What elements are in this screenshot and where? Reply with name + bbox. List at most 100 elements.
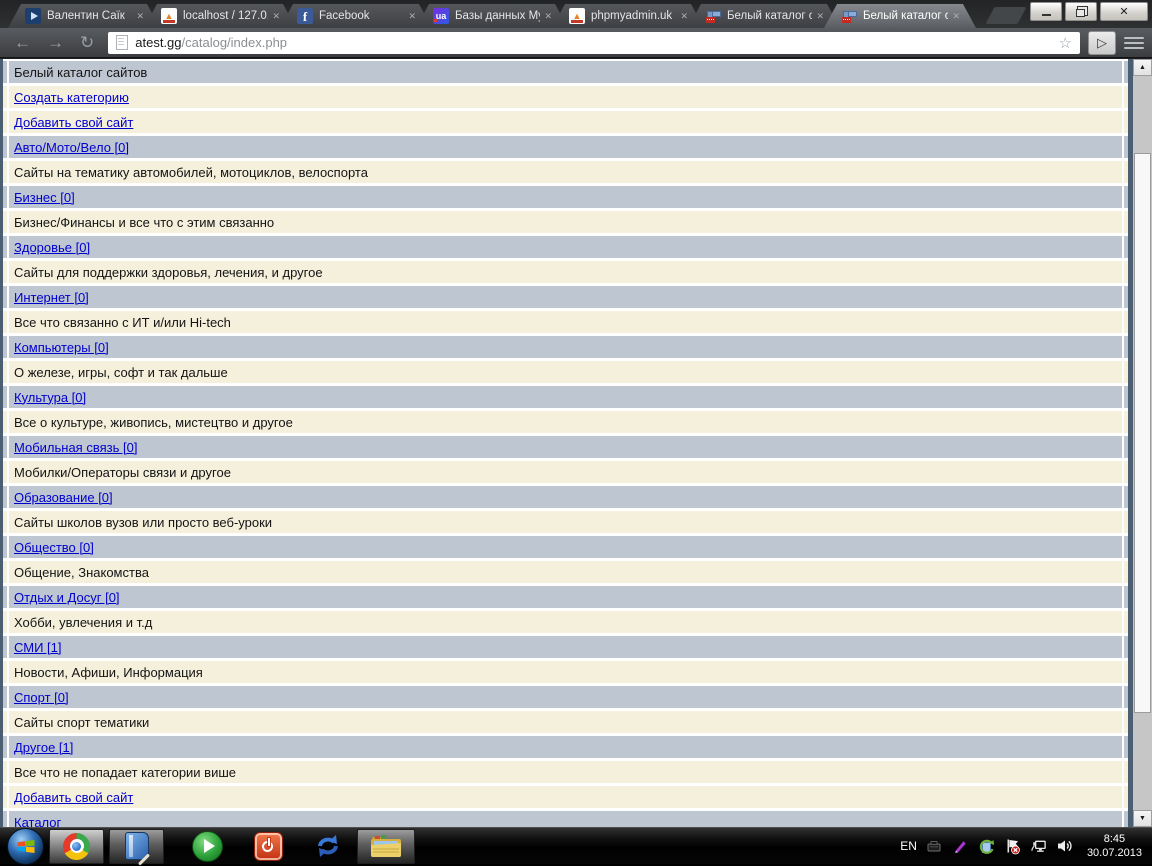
ua-icon: ua xyxy=(433,8,449,24)
tab-1[interactable]: Валентин Саїк✕ xyxy=(8,4,160,28)
catalog-description-row: Общение, Знакомства xyxy=(3,561,1128,583)
row-cell: Сайты спорт тематики xyxy=(9,711,1122,733)
tab-close-icon[interactable]: ✕ xyxy=(408,11,416,22)
row-edge-cell xyxy=(3,636,7,658)
windows-logo-icon xyxy=(16,839,36,854)
catalog-link[interactable]: Здоровье [0] xyxy=(14,240,90,255)
tab-close-icon[interactable]: ✕ xyxy=(136,11,144,22)
phpmyadmin-icon: ▲ xyxy=(569,8,585,24)
catalog-link[interactable]: Другое [1] xyxy=(14,740,73,755)
taskbar-chrome-button[interactable] xyxy=(49,829,104,864)
catalog-link-row: Интернет [0] xyxy=(3,286,1128,308)
row-text: Сайты для поддержки здоровья, лечения, и… xyxy=(14,265,323,280)
start-button[interactable] xyxy=(7,828,44,865)
network-tray-icon[interactable] xyxy=(1030,838,1047,855)
tab-title: Базы данных My xyxy=(455,10,540,22)
catalog-link[interactable]: Общество [0] xyxy=(14,540,94,555)
back-button[interactable]: ← xyxy=(6,34,39,51)
row-cell: Авто/Мото/Вело [0] xyxy=(9,136,1122,158)
video-play-icon xyxy=(25,8,41,24)
phpmyadmin-icon: ▲ xyxy=(161,8,177,24)
catalog-link[interactable]: Добавить свой сайт xyxy=(14,115,133,130)
taskbar-media-player-button[interactable] xyxy=(192,829,223,864)
tab-close-icon[interactable]: ✕ xyxy=(952,11,960,22)
device-tray-icon[interactable] xyxy=(926,838,943,855)
row-edge-cell xyxy=(3,761,7,783)
catalog-link[interactable]: Мобильная связь [0] xyxy=(14,440,137,455)
tab-5[interactable]: ▲phpmyadmin.uk✕ xyxy=(552,4,704,28)
catalog-description-row: Все что связанно с ИТ и/или Hi-tech xyxy=(3,311,1128,333)
catalog-link[interactable]: Спорт [0] xyxy=(14,690,69,705)
sync-arrows-icon xyxy=(313,833,343,859)
taskbar-explorer-button[interactable] xyxy=(357,829,415,864)
tab-strip: Валентин Саїк✕▲localhost / 127.0.✕fFaceb… xyxy=(0,0,1152,28)
catalog-description-row: Хобби, увлечения и т.д xyxy=(3,611,1128,633)
catalog-link[interactable]: Образование [0] xyxy=(14,490,113,505)
catalog-link[interactable]: Отдых и Досуг [0] xyxy=(14,590,120,605)
bookmark-star-icon[interactable]: ☆ xyxy=(1059,34,1072,52)
row-text: Сайты спорт тематики xyxy=(14,715,149,730)
catalog-link[interactable]: Бизнес [0] xyxy=(14,190,75,205)
tab-close-icon[interactable]: ✕ xyxy=(272,11,280,22)
row-edge-cell xyxy=(3,611,7,633)
extension-button[interactable]: ▷ xyxy=(1088,31,1116,55)
tab-close-icon[interactable]: ✕ xyxy=(544,11,552,22)
taskbar: EN 8 xyxy=(0,827,1152,864)
taskbar-notes-button[interactable] xyxy=(109,829,164,864)
row-cell: Другое [1] xyxy=(9,736,1122,758)
scrollbar[interactable]: ▲ ▼ xyxy=(1133,59,1152,827)
row-edge-cell xyxy=(3,561,7,583)
row-edge-cell xyxy=(3,736,7,758)
catalog-link-row: Авто/Мото/Вело [0] xyxy=(3,136,1128,158)
tab-close-icon[interactable]: ✕ xyxy=(680,11,688,22)
catalog-link[interactable]: Интернет [0] xyxy=(14,290,89,305)
taskbar-sync-button[interactable] xyxy=(313,829,343,864)
close-button[interactable]: ✕ xyxy=(1100,2,1148,21)
row-edge-cell xyxy=(3,186,7,208)
catalog-link-row: Добавить свой сайт xyxy=(3,111,1128,133)
scroll-down-button[interactable]: ▼ xyxy=(1133,810,1152,827)
forward-button[interactable]: → xyxy=(39,34,72,51)
language-indicator[interactable]: EN xyxy=(900,839,917,853)
address-bar[interactable]: atest.gg/catalog/index.php ☆ xyxy=(108,32,1080,54)
scroll-up-button[interactable]: ▲ xyxy=(1133,59,1152,76)
catalog-link[interactable]: Авто/Мото/Вело [0] xyxy=(14,140,129,155)
tab-title: localhost / 127.0. xyxy=(183,10,268,22)
action-center-tray-icon[interactable] xyxy=(1004,838,1021,855)
tab-4[interactable]: ua Базы данных My ✕ xyxy=(416,4,568,28)
catalog-link-row: Образование [0] xyxy=(3,486,1128,508)
update-tray-icon[interactable] xyxy=(978,838,995,855)
new-tab-button[interactable] xyxy=(985,7,1026,24)
play-icon xyxy=(192,831,223,862)
taskbar-power-app-button[interactable] xyxy=(254,829,283,864)
clock-time: 8:45 xyxy=(1087,832,1142,846)
row-text: Все что не попадает категории више xyxy=(14,765,236,780)
row-text: Сайты на тематику автомобилей, мотоцикло… xyxy=(14,165,368,180)
row-edge-cell xyxy=(3,211,7,233)
catalog-link[interactable]: Культура [0] xyxy=(14,390,86,405)
tab-title: Белый каталог с xyxy=(727,10,812,22)
tab-7-active[interactable]: Белый каталог с✕ xyxy=(824,4,976,28)
row-edge-cell xyxy=(3,586,7,608)
volume-tray-icon[interactable] xyxy=(1056,838,1073,855)
refresh-button[interactable]: ↻ xyxy=(72,34,102,51)
minimize-button[interactable] xyxy=(1030,2,1062,21)
catalog-link[interactable]: Создать категорию xyxy=(14,90,129,105)
pen-tray-icon[interactable] xyxy=(952,838,969,855)
tab-6[interactable]: Белый каталог с ✕ xyxy=(688,4,840,28)
row-edge-cell xyxy=(3,261,7,283)
tab-3[interactable]: fFacebook✕ xyxy=(280,4,432,28)
row-cell: Белый каталог сайтов xyxy=(9,61,1122,83)
tab-2[interactable]: ▲ localhost / 127.0. ✕ xyxy=(144,4,296,28)
catalog-link[interactable]: СМИ [1] xyxy=(14,640,61,655)
catalog-link[interactable]: Добавить свой сайт xyxy=(14,790,133,805)
chrome-menu-button[interactable] xyxy=(1124,32,1144,54)
row-edge-cell xyxy=(3,61,7,83)
catalog-link-row: СМИ [1] xyxy=(3,636,1128,658)
catalog-link[interactable]: Каталог xyxy=(14,815,61,828)
restore-button[interactable] xyxy=(1065,2,1097,21)
scrollbar-thumb[interactable] xyxy=(1134,153,1151,713)
tab-close-icon[interactable]: ✕ xyxy=(816,11,824,22)
catalog-link[interactable]: Компьютеры [0] xyxy=(14,340,109,355)
clock[interactable]: 8:45 30.07.2013 xyxy=(1087,832,1142,860)
